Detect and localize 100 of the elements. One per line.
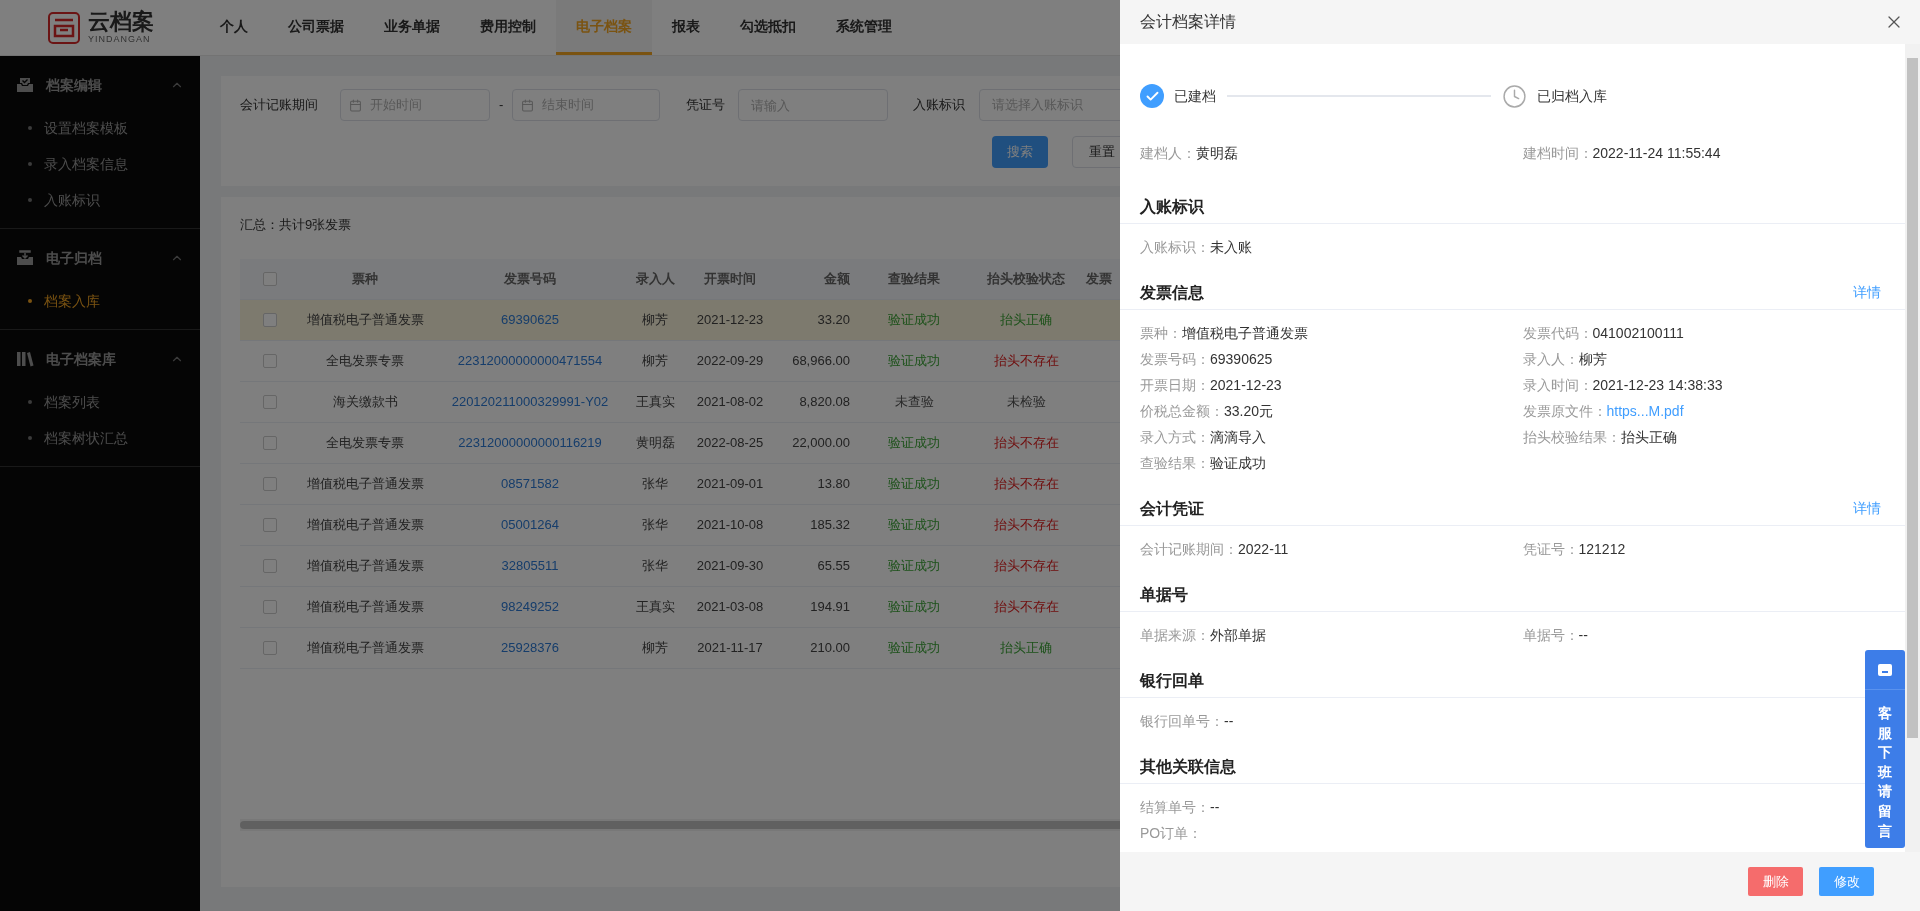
logo-name: 云档案 xyxy=(88,11,154,33)
table-cell: 验证成功 xyxy=(888,599,940,615)
column-header: 金额 xyxy=(824,271,850,287)
field-value: 增值税电子普通发票 xyxy=(1182,323,1308,343)
field-value: 041002100111 xyxy=(1592,323,1684,343)
table-cell: 增值税电子普通发票 xyxy=(306,640,424,656)
table-cell: 2021-12-23 xyxy=(696,312,764,328)
drawer-title: 会计档案详情 xyxy=(1140,12,1236,32)
field-value: 69390625 xyxy=(1210,349,1273,369)
table-cell: 抬头不存在 xyxy=(993,353,1059,369)
table-cell: 柳芳 xyxy=(642,312,668,328)
table-cell: 22,000.00 xyxy=(792,435,850,451)
summary-text: 汇总：共计9张发票 xyxy=(240,216,353,234)
field-label: 银行回单号： xyxy=(1140,711,1224,731)
table-cell: 2021-10-08 xyxy=(696,517,764,533)
table-cell: 柳芳 xyxy=(642,640,668,656)
range-separator: - xyxy=(499,96,504,115)
field-value: 33.20元 xyxy=(1224,401,1274,421)
field-label: 单据号： xyxy=(1522,625,1579,645)
table-cell: 2021-08-02 xyxy=(696,394,764,410)
field-label: 建档人： xyxy=(1140,143,1196,163)
table-cell: 验证成功 xyxy=(888,353,940,369)
table-cell: 68,966.00 xyxy=(792,353,850,369)
section-title: 其他关联信息 xyxy=(1140,756,1236,777)
section-title: 发票信息 xyxy=(1140,282,1204,303)
table-cell: 增值税电子普通发票 xyxy=(306,312,424,328)
field-label: 发票代码： xyxy=(1522,323,1593,343)
table-cell: 抬头不存在 xyxy=(993,517,1059,533)
sidebar-group-title: 档案编辑 xyxy=(46,75,103,95)
table-cell: 未查验 xyxy=(894,394,934,410)
table-cell: 185.32 xyxy=(810,517,850,533)
table-cell: 8,820.08 xyxy=(799,394,850,410)
table-cell: 海关缴款书 xyxy=(332,394,398,410)
table-cell: 抬头不存在 xyxy=(993,599,1059,615)
table-cell: 全电发票专票 xyxy=(326,435,404,451)
column-header: 发票号码 xyxy=(504,271,556,287)
table-cell: 验证成功 xyxy=(888,476,940,492)
field-value: -- xyxy=(1578,625,1588,645)
step-label: 已归档入库 xyxy=(1537,86,1607,106)
sidebar-group-title: 电子档案库 xyxy=(46,349,117,369)
table-cell: 抬头不存在 xyxy=(993,476,1059,492)
table-cell: 33.20 xyxy=(817,312,850,328)
column-header: 票种 xyxy=(352,271,378,287)
field-label: 发票号码： xyxy=(1140,349,1210,369)
field-label: 建档时间： xyxy=(1522,143,1593,163)
table-cell: 2021-03-08 xyxy=(696,599,764,615)
field-value: -- xyxy=(1224,711,1234,731)
table-cell: 全电发票专票 xyxy=(326,353,404,369)
section-title: 单据号 xyxy=(1140,584,1188,605)
table-cell: 增值税电子普通发票 xyxy=(306,517,424,533)
field-value: 柳芳 xyxy=(1578,349,1607,369)
table-cell: 王真实 xyxy=(635,394,675,410)
table-cell: 2021-11-17 xyxy=(697,640,763,656)
table-cell: 黄明磊 xyxy=(635,435,675,451)
table-cell: 2021-09-30 xyxy=(696,558,764,574)
field-label: 发票原文件： xyxy=(1522,401,1607,421)
table-cell: 抬头正确 xyxy=(1000,640,1052,656)
field-label: 票种： xyxy=(1140,323,1182,343)
column-header: 录入人 xyxy=(635,271,675,287)
table-cell: 增值税电子普通发票 xyxy=(306,599,424,615)
column-header: 抬头校验状态 xyxy=(987,271,1065,287)
field-value: -- xyxy=(1210,797,1220,817)
filter-label: 凭证号 xyxy=(686,96,726,115)
section-title: 入账标识 xyxy=(1140,196,1204,217)
table-cell: 194.91 xyxy=(810,599,850,615)
table-cell: 验证成功 xyxy=(888,517,940,533)
filter-label: 入账标识 xyxy=(913,96,966,115)
table-cell: 张华 xyxy=(642,558,668,574)
table-cell: 210.00 xyxy=(810,640,850,656)
field-label: 结算单号： xyxy=(1140,797,1210,817)
field-label: 录入方式： xyxy=(1140,427,1210,447)
service-text: 客服下班请留言 xyxy=(1878,704,1892,841)
table-cell: 65.55 xyxy=(817,558,850,574)
table-cell: 2022-08-25 xyxy=(696,435,764,451)
field-value: 外部单据 xyxy=(1210,625,1266,645)
field-label: 价税总金额： xyxy=(1140,401,1224,421)
field-value: 未入账 xyxy=(1210,237,1252,257)
table-cell: 2022-09-29 xyxy=(696,353,764,369)
column-header: 发票 xyxy=(1086,271,1112,287)
field-value: 滴滴导入 xyxy=(1210,427,1266,447)
table-cell: 抬头正确 xyxy=(1000,312,1052,328)
section-title: 银行回单 xyxy=(1140,670,1204,691)
table-cell: 抬头不存在 xyxy=(993,558,1059,574)
table-cell: 张华 xyxy=(642,476,668,492)
table-cell: 柳芳 xyxy=(642,353,668,369)
column-header: 开票时间 xyxy=(704,271,756,287)
field-label: 抬头校验结果： xyxy=(1522,427,1621,447)
logo-subtitle: YINDANGAN xyxy=(88,35,152,44)
table-cell: 验证成功 xyxy=(888,435,940,451)
field-label: 单据来源： xyxy=(1140,625,1210,645)
field-label: PO订单： xyxy=(1140,823,1203,843)
field-label: 入账标识： xyxy=(1140,237,1210,257)
field-value: 黄明磊 xyxy=(1196,143,1238,163)
field-value: 2022-11-24 11:55:44 xyxy=(1592,143,1721,163)
table-cell: 未检验 xyxy=(1006,394,1046,410)
column-header: 查验结果 xyxy=(888,271,940,287)
sidebar-group-title: 电子归档 xyxy=(46,248,103,268)
table-cell: 验证成功 xyxy=(888,640,940,656)
field-label: 录入人： xyxy=(1522,349,1579,369)
table-cell: 增值税电子普通发票 xyxy=(306,476,424,492)
